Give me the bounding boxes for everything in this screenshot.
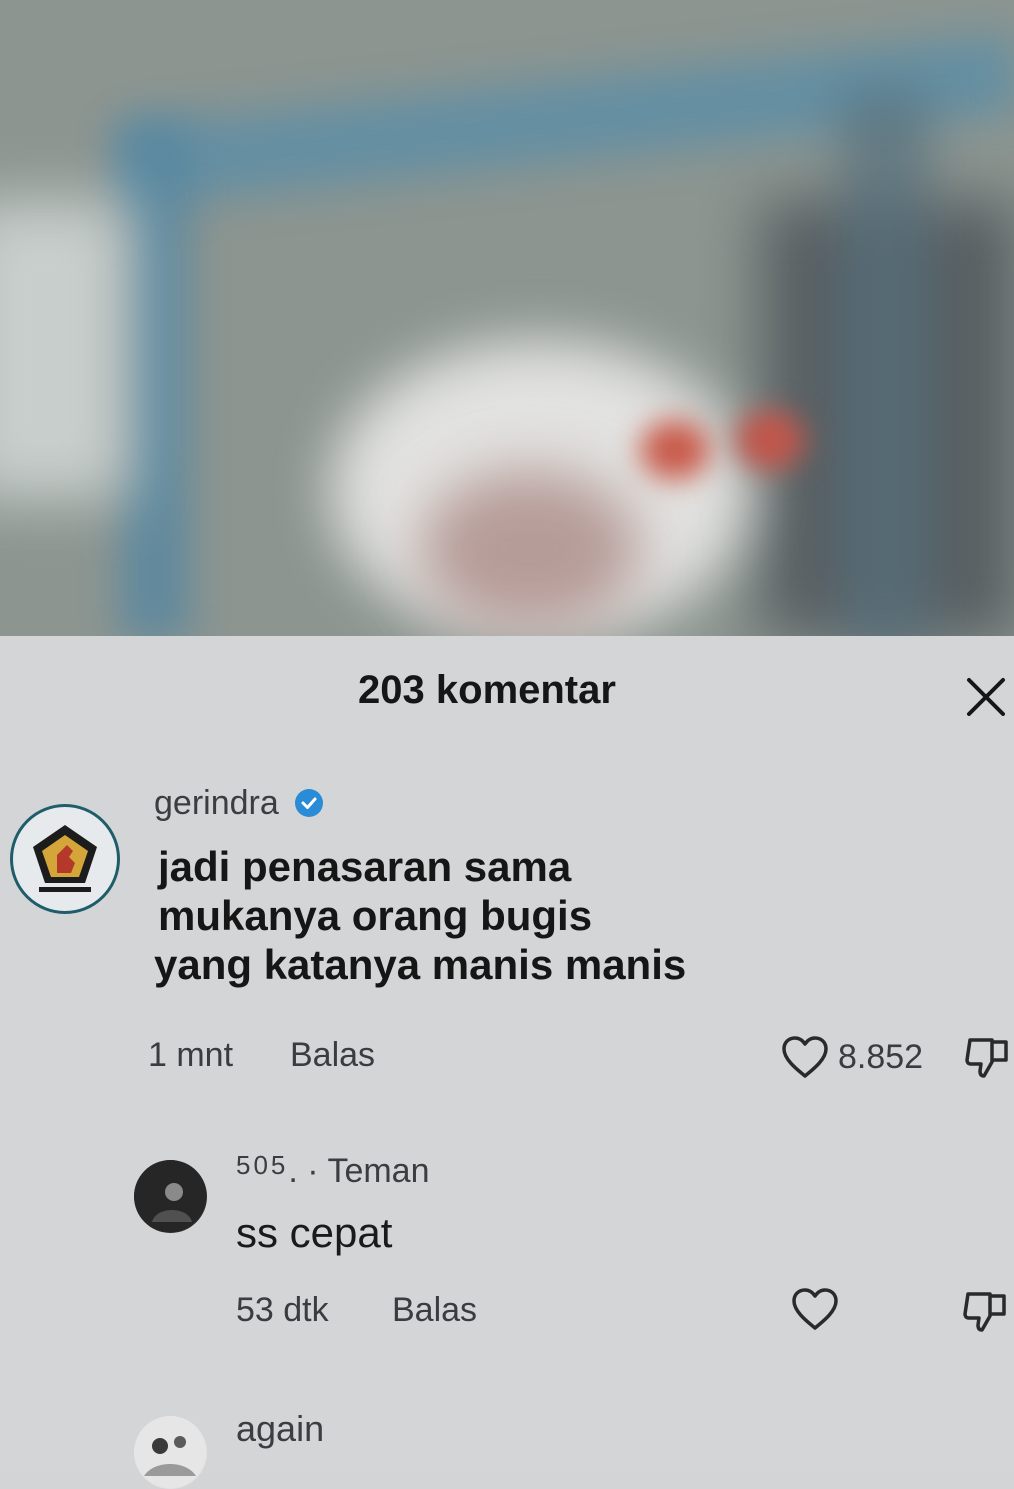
comment-time: 53 dtk: [236, 1291, 329, 1329]
comments-count-title: 203 komentar: [358, 668, 616, 712]
heart-icon: [782, 1036, 828, 1078]
comment-body: jadi penasaran sama mukanya orang bugis …: [154, 842, 686, 989]
heart-icon: [792, 1288, 838, 1330]
avatar-image: [134, 1416, 206, 1488]
video-blur-shape: [735, 410, 805, 470]
like-count: 8.852: [838, 1037, 924, 1076]
video-blur-shape: [640, 420, 710, 480]
reply-button[interactable]: Balas: [290, 1036, 375, 1075]
username-prefix[interactable]: 505: [236, 1150, 288, 1180]
close-button[interactable]: [960, 671, 1012, 723]
video-blur-shape: [120, 120, 190, 636]
avatar[interactable]: [134, 1160, 207, 1233]
close-icon: [967, 678, 1005, 716]
thumbs-down-icon: [965, 1038, 1008, 1078]
video-blur-shape: [420, 470, 640, 630]
video-blur-shape: [0, 200, 130, 500]
comment-line: yang katanya manis manis: [154, 941, 687, 988]
comment-time: 1 mnt: [148, 1036, 234, 1074]
dislike-button[interactable]: [962, 1288, 1008, 1341]
comment-body: ss cepat: [236, 1208, 392, 1257]
comment-username[interactable]: 505. · Teman: [236, 1150, 430, 1191]
like-button[interactable]: [790, 1286, 840, 1332]
avatar-image: [134, 1160, 206, 1232]
avatar[interactable]: [10, 804, 120, 914]
comment-line: jadi penasaran sama: [158, 843, 572, 890]
reply-button[interactable]: Balas: [392, 1291, 477, 1330]
username-text[interactable]: gerindra: [154, 784, 279, 822]
comment-username[interactable]: gerindra: [154, 784, 324, 823]
comment-username[interactable]: again: [236, 1408, 324, 1450]
thumbs-down-icon: [963, 1292, 1006, 1332]
comment-line: ss cepat: [236, 1209, 393, 1256]
username-text[interactable]: again: [236, 1408, 324, 1449]
username-text[interactable]: . · Teman: [288, 1152, 429, 1190]
like-button[interactable]: 8.852: [780, 1034, 923, 1080]
video-blur-shape: [840, 90, 930, 636]
video-player[interactable]: [0, 0, 1014, 636]
avatar[interactable]: [134, 1416, 207, 1489]
comment-line: mukanya orang bugis: [158, 892, 593, 939]
verified-badge-icon: [295, 789, 324, 817]
dislike-button[interactable]: [964, 1034, 1010, 1087]
party-logo-icon: [33, 825, 97, 892]
